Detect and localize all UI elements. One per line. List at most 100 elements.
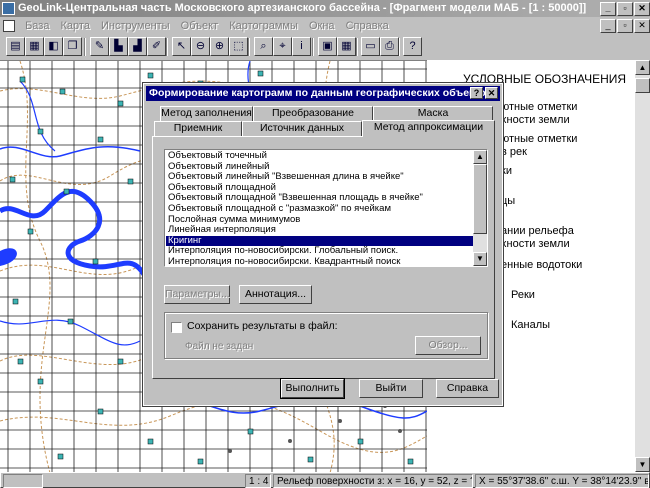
run-button[interactable]: Выполнить	[280, 378, 345, 399]
tab-fill-method[interactable]: Метод заполнения	[160, 106, 253, 121]
method-list[interactable]: ▲ ▼ Объектовый точечный Объектовый линейн…	[164, 149, 488, 267]
menu-item-map[interactable]: Карта	[57, 17, 94, 35]
toolbar: ▤ ▦ ◧ ❐ ✎ ▙ ▟ ✐ ↖ ⊖ ⊕ ⬚ ⌕ ⌖ i ▣ ▦ ▭ ⎙?	[0, 35, 650, 59]
print-icon[interactable]: ⎙	[380, 37, 399, 56]
open-database-icon[interactable]: ▤	[6, 37, 25, 56]
menu-item-help[interactable]: Справка	[342, 17, 393, 35]
map-well-marker	[9, 176, 16, 183]
legend-item: хности земли	[501, 238, 570, 250]
menu-item-windows[interactable]: Окна	[305, 17, 339, 35]
tab-receiver[interactable]: Приемник	[154, 121, 242, 136]
map-well-marker	[147, 438, 154, 445]
save-results-label: Сохранить результаты в файл:	[187, 320, 338, 332]
tab-data-source[interactable]: Источник данных	[242, 121, 362, 136]
doc-restore-button[interactable]: ▫	[617, 19, 633, 33]
restore-button[interactable]: ▫	[617, 2, 633, 16]
doc-minimize-button[interactable]: _	[600, 19, 616, 33]
map-contour-line	[0, 399, 427, 453]
tab-approximation-method[interactable]: Метод аппроксимации	[362, 120, 495, 137]
pointer-icon[interactable]: ↖	[172, 37, 191, 56]
map-well-marker	[127, 178, 134, 185]
status-empty	[3, 474, 43, 488]
help-icon[interactable]: ?	[403, 37, 422, 56]
map-well-marker	[257, 70, 264, 77]
chart-icon[interactable]: ▙	[109, 37, 128, 56]
close-button[interactable]: ✕	[634, 2, 650, 16]
menu-bar: База Карта Инструменты Объект Картограмм…	[0, 17, 650, 35]
identify-icon[interactable]: ⌕	[254, 37, 273, 56]
minimize-button[interactable]: _	[600, 2, 616, 16]
map-well-marker	[357, 438, 364, 445]
layer-green-icon[interactable]: ▣	[318, 37, 337, 56]
dialog-title-bar[interactable]: Формирование картограмм по данным геогра…	[146, 86, 500, 101]
dialog-title: Формирование картограмм по данным геогра…	[149, 87, 493, 99]
status-scale: 1 : 4	[245, 474, 271, 488]
method-item[interactable]: Линейная интерполяция	[166, 225, 473, 236]
zoom-window-icon[interactable]: ⬚	[229, 37, 248, 56]
legend-item: цы	[501, 195, 516, 207]
menu-item-object[interactable]: Объект	[177, 17, 222, 35]
map-well-marker	[19, 76, 26, 83]
query-icon[interactable]: ⌖	[273, 37, 292, 56]
zoom-out-icon[interactable]: ⊖	[191, 37, 210, 56]
layers-icon[interactable]: ◧	[44, 37, 63, 56]
table-icon[interactable]: ▦	[25, 37, 44, 56]
app-icon[interactable]	[2, 2, 15, 15]
help-button[interactable]: Справка	[436, 379, 499, 398]
map-well-marker	[92, 258, 99, 265]
map-well-marker	[117, 100, 124, 107]
copy-icon[interactable]: ❐	[63, 37, 82, 56]
map-well-marker	[57, 453, 64, 460]
map-well-marker	[17, 358, 24, 365]
grid-icon[interactable]: ▦	[337, 37, 356, 56]
map-well-marker	[147, 72, 154, 79]
map-river	[0, 188, 148, 278]
tab-transformation[interactable]: Преобразование	[253, 106, 373, 121]
app-title-bar[interactable]: GeoLink-Центральная часть Московского ар…	[0, 0, 650, 17]
map-vertical-scrollbar[interactable]: ▲ ▼	[635, 60, 650, 472]
list-scroll-down-icon[interactable]: ▼	[473, 252, 487, 266]
legend-item-canals: Каналы	[511, 319, 551, 331]
chart-edit-icon[interactable]: ✎	[90, 37, 109, 56]
method-item[interactable]: Объектовый площадной с "размазкой" по яч…	[166, 203, 473, 215]
method-item[interactable]: Интерполяция по-новосибирски. Квадрантны…	[166, 256, 473, 266]
tab-mask[interactable]: Маска	[373, 106, 493, 121]
list-scroll-thumb[interactable]	[473, 164, 487, 234]
method-item[interactable]: Объектовый точечный	[166, 150, 473, 162]
legend-item: ютные отметки	[501, 133, 578, 145]
print-preview-icon[interactable]: ▭	[361, 37, 380, 56]
map-well-marker	[37, 378, 44, 385]
chart-pen-icon[interactable]: ✐	[147, 37, 166, 56]
map-stream	[0, 145, 141, 158]
zoom-in-icon[interactable]: ⊕	[210, 37, 229, 56]
legend-item: ании рельефа	[501, 225, 574, 237]
map-well-marker	[247, 428, 254, 435]
menu-item-cartograms[interactable]: Картограммы	[225, 17, 302, 35]
save-results-checkbox[interactable]	[171, 322, 182, 333]
document-icon[interactable]	[3, 20, 15, 33]
dialog-close-icon[interactable]: ✕	[485, 87, 498, 99]
legend-item: в рек	[501, 146, 527, 158]
menu-item-database[interactable]: База	[21, 17, 53, 35]
list-scroll-up-icon[interactable]: ▲	[473, 150, 487, 164]
scroll-down-arrow-icon[interactable]: ▼	[635, 457, 650, 472]
menu-item-tools[interactable]: Инструменты	[97, 17, 174, 35]
scroll-thumb[interactable]	[635, 78, 650, 93]
toolbar-separator	[356, 38, 358, 56]
map-well-marker	[63, 188, 70, 195]
parameters-button[interactable]: Параметры...	[164, 285, 230, 304]
info-icon[interactable]: i	[292, 37, 311, 56]
legend-item-rivers: Реки	[511, 289, 535, 301]
save-results-group: Сохранить результаты в файл: Файл не зад…	[164, 312, 488, 359]
browse-button[interactable]: Обзор...	[415, 336, 481, 355]
toolbar-separator	[248, 38, 250, 56]
method-list-scrollbar[interactable]: ▲ ▼	[473, 150, 487, 266]
exit-button[interactable]: Выйти	[359, 379, 423, 398]
scroll-up-arrow-icon[interactable]: ▲	[635, 60, 650, 75]
doc-close-button[interactable]: ✕	[634, 19, 650, 33]
map-point-marker	[288, 439, 292, 443]
chart-green-icon[interactable]: ▟	[128, 37, 147, 56]
dialog-help-icon[interactable]: ?	[470, 87, 483, 99]
annotation-button[interactable]: Аннотация...	[239, 285, 312, 304]
map-well-marker	[97, 408, 104, 415]
